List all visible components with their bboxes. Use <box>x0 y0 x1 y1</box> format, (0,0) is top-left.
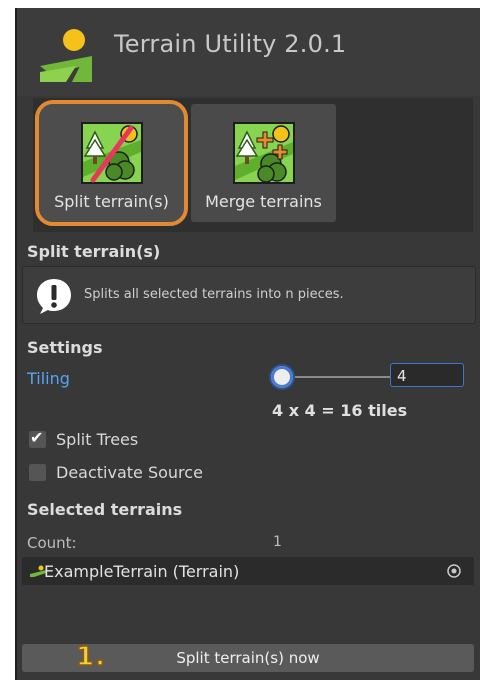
tiles-readout: 4 x 4 = 16 tiles <box>272 401 408 420</box>
split-trees-label: Split Trees <box>56 430 139 449</box>
help-box: Splits all selected terrains into n piec… <box>22 266 476 324</box>
app-title: Terrain Utility 2.0.1 <box>114 30 347 58</box>
tool-selector: Split terrain(s) Merge terrains <box>33 98 473 232</box>
count-value: 1 <box>273 534 282 550</box>
tool-merge-label: Merge terrains <box>205 192 322 211</box>
count-label: Count: <box>27 534 77 552</box>
terrain-utility-panel: Terrain Utility 2.0.1 Split terrain(s) M… <box>17 8 480 680</box>
settings-title: Settings <box>27 338 103 357</box>
help-text: Splits all selected terrains into n piec… <box>84 287 344 302</box>
terrain-name: ExampleTerrain (Terrain) <box>44 562 240 581</box>
tiling-slider-handle[interactable] <box>271 366 293 388</box>
tiling-label: Tiling <box>27 369 70 388</box>
exclamation-bubble-icon <box>37 279 71 314</box>
checkmark-icon: ✔ <box>30 428 44 447</box>
deactivate-source-label: Deactivate Source <box>56 463 203 482</box>
split-section-title: Split terrain(s) <box>27 242 161 261</box>
split-terrain-icon <box>81 122 143 184</box>
tool-split-terrain[interactable]: Split terrain(s) <box>35 100 188 226</box>
tiling-slider-track[interactable] <box>280 376 390 378</box>
terrain-sun-logo-icon <box>40 29 92 82</box>
object-picker-icon[interactable] <box>446 563 462 579</box>
deactivate-source-checkbox[interactable] <box>29 464 46 481</box>
tiling-input[interactable]: 4 <box>390 363 464 387</box>
split-trees-checkbox[interactable]: ✔ <box>29 428 46 448</box>
tool-merge-terrains[interactable]: Merge terrains <box>191 104 336 222</box>
step-badge: 1. <box>75 641 106 673</box>
merge-terrains-icon <box>233 122 295 184</box>
header: Terrain Utility 2.0.1 <box>17 8 480 96</box>
terrain-object-field[interactable]: ExampleTerrain (Terrain) <box>22 557 474 585</box>
tool-split-label: Split terrain(s) <box>54 192 169 211</box>
selected-terrains-title: Selected terrains <box>27 500 183 519</box>
